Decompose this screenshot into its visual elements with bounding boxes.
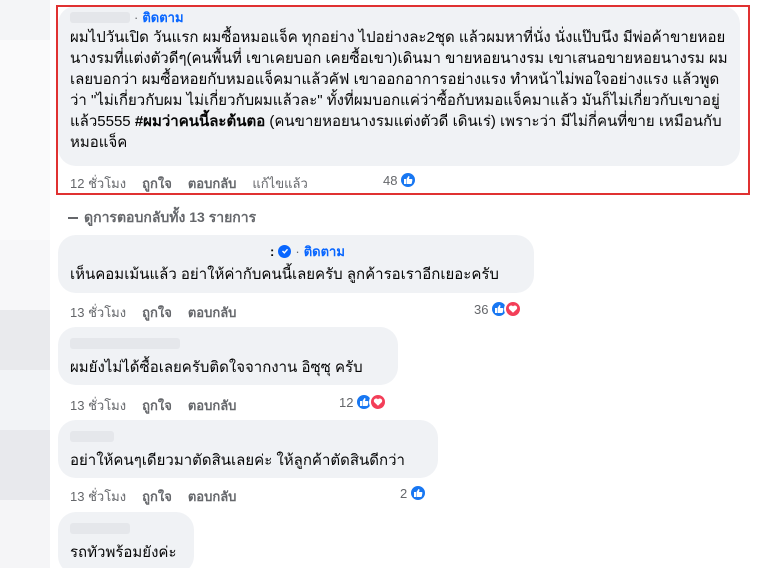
reply-reactions[interactable]: 2 <box>400 484 428 502</box>
reaction-count: 2 <box>400 485 408 501</box>
reply-text: ผมยังไม่ได้ซื้อเลยครับติดใจจากงาน อิซุซุ… <box>70 359 363 376</box>
reply-author-row: : · ติดตาม <box>270 243 522 259</box>
reaction-count: 12 <box>339 394 354 410</box>
reply-time[interactable]: 13 ชั่วโมง <box>70 302 126 323</box>
reply-text: อย่าให้คนๆเดียวมาตัดสินเลยค่ะ ให้ลูกค้าต… <box>70 452 405 469</box>
love-icon <box>504 300 523 318</box>
reply-bubble: ผมยังไม่ได้ซื้อเลยครับติดใจจากงาน อิซุซุ… <box>58 327 398 385</box>
author-name-blurred <box>70 337 180 349</box>
reply-actions: 13 ชั่วโมง ถูกใจ ตอบกลับ <box>70 395 252 416</box>
reply-actions: 13 ชั่วโมง ถูกใจ ตอบกลับ <box>70 302 252 323</box>
reply-link[interactable]: ตอบกลับ <box>188 486 237 507</box>
reply-time[interactable]: 13 ชั่วโมง <box>70 486 126 507</box>
reply-actions: 13 ชั่วโมง ถูกใจ ตอบกลับ <box>70 486 252 507</box>
left-sidebar-strip <box>0 0 50 568</box>
like-icon <box>409 484 428 502</box>
highlight-box <box>56 5 750 195</box>
reply-bubble: อย่าให้คนๆเดียวมาตัดสินเลยค่ะ ให้ลูกค้าต… <box>58 420 438 478</box>
reply-reactions[interactable]: 12 <box>339 393 388 411</box>
reply-text: เห็นคอมเม้นแล้ว อย่าให้ค่ากับคนนี้เลยครั… <box>70 266 499 283</box>
reply-link[interactable]: ตอบกลับ <box>188 395 237 416</box>
reply-reactions[interactable]: 36 <box>474 300 523 318</box>
love-icon <box>369 393 388 411</box>
reply-time[interactable]: 13 ชั่วโมง <box>70 395 126 416</box>
reply-author-row <box>70 520 182 536</box>
reaction-count: 36 <box>474 301 489 317</box>
reply-author-row <box>70 428 426 444</box>
like-link[interactable]: ถูกใจ <box>142 395 172 416</box>
reply-bubble: รถทัวพร้อมยังค่ะ <box>58 512 194 568</box>
reply-text: รถทัวพร้อมยังค่ะ <box>70 544 177 561</box>
author-name-blurred <box>70 522 130 534</box>
follow-link[interactable]: ติดตาม <box>304 241 345 262</box>
like-link[interactable]: ถูกใจ <box>142 486 172 507</box>
view-replies-link[interactable]: ดูการตอบกลับทั้ง 13 รายการ <box>68 207 256 229</box>
like-link[interactable]: ถูกใจ <box>142 302 172 323</box>
verified-badge-icon <box>278 244 292 258</box>
reply-link[interactable]: ตอบกลับ <box>188 302 237 323</box>
reply-author-row <box>70 335 386 351</box>
author-name-blurred <box>70 430 114 442</box>
reply-bubble: : · ติดตาม เห็นคอมเม้นแล้ว อย่าให้ค่ากับ… <box>58 235 534 293</box>
